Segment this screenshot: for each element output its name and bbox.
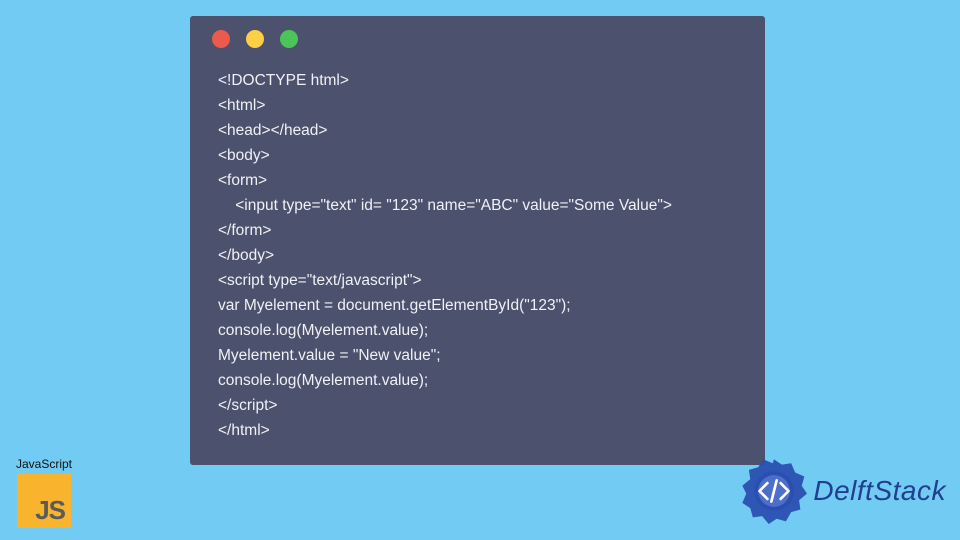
javascript-badge: JavaScript JS (8, 457, 80, 528)
code-block: <!DOCTYPE html> <html> <head></head> <bo… (190, 62, 765, 443)
close-icon[interactable] (212, 30, 230, 48)
javascript-icon: JS (17, 474, 71, 528)
window-titlebar (190, 16, 765, 62)
code-window: <!DOCTYPE html> <html> <head></head> <bo… (190, 16, 765, 465)
delftstack-text: DelftStack (813, 475, 946, 507)
delftstack-logo: DelftStack (741, 458, 946, 524)
delftstack-gear-icon (741, 458, 807, 524)
minimize-icon[interactable] (246, 30, 264, 48)
maximize-icon[interactable] (280, 30, 298, 48)
javascript-icon-text: JS (35, 495, 65, 526)
javascript-label: JavaScript (8, 457, 80, 471)
